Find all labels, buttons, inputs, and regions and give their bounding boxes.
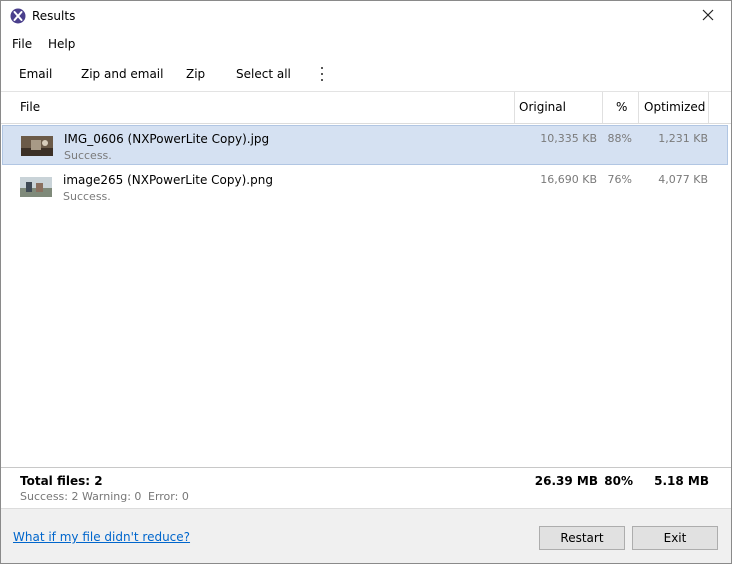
optimized-size: 4,077 KB	[658, 173, 708, 186]
nxpowerlite-logo-icon	[10, 8, 26, 24]
results-list: IMG_0606 (NXPowerLite Copy).jpg Success.…	[1, 124, 731, 467]
list-item[interactable]: IMG_0606 (NXPowerLite Copy).jpg Success.…	[2, 125, 728, 165]
column-percent[interactable]: %	[616, 92, 627, 123]
file-name: IMG_0606 (NXPowerLite Copy).jpg	[64, 132, 270, 146]
file-status: Success.	[63, 190, 111, 203]
percent-total: 80%	[604, 474, 633, 488]
file-status: Success.	[64, 149, 112, 162]
restart-button[interactable]: Restart	[539, 526, 625, 550]
window-title: Results	[32, 9, 76, 23]
file-name: image265 (NXPowerLite Copy).png	[63, 173, 273, 187]
column-header: File Original % Optimized	[1, 92, 731, 124]
image-thumbnail	[20, 177, 52, 197]
title-bar: Results	[1, 1, 731, 32]
reduction-percent: 76%	[607, 173, 632, 186]
column-original[interactable]: Original	[519, 92, 566, 123]
zip-button[interactable]: Zip	[186, 67, 205, 81]
original-size: 10,335 KB	[540, 132, 597, 145]
menu-bar: File Help	[1, 32, 731, 59]
close-icon	[702, 9, 714, 24]
close-button[interactable]	[685, 1, 731, 32]
original-total: 26.39 MB	[534, 474, 598, 488]
help-link[interactable]: What if my file didn't reduce?	[13, 530, 190, 544]
column-divider[interactable]	[708, 92, 709, 123]
exit-button[interactable]: Exit	[632, 526, 718, 550]
select-all-button[interactable]: Select all	[236, 67, 291, 81]
column-divider[interactable]	[602, 92, 603, 123]
optimized-total: 5.18 MB	[654, 474, 709, 488]
zip-and-email-button[interactable]: Zip and email	[81, 67, 163, 81]
success-count: Success: 2	[20, 490, 79, 503]
reduction-percent: 88%	[607, 132, 632, 145]
column-optimized[interactable]: Optimized	[644, 92, 705, 123]
toolbar: Email Zip and email Zip Select all	[1, 58, 731, 92]
column-divider[interactable]	[514, 92, 515, 123]
menu-file[interactable]: File	[10, 37, 34, 51]
summary-footer: Total files: 2 Success: 2 Warning: 0 Err…	[1, 467, 731, 508]
optimized-size: 1,231 KB	[658, 132, 708, 145]
bottom-bar: What if my file didn't reduce? Restart E…	[1, 508, 731, 563]
error-count: Error: 0	[148, 490, 189, 503]
column-file[interactable]: File	[20, 92, 40, 123]
more-vertical-icon[interactable]	[317, 67, 327, 81]
total-files: Total files: 2	[20, 474, 103, 488]
email-button[interactable]: Email	[19, 67, 52, 81]
results-window: Results File Help Email Zip and email Zi…	[0, 0, 732, 564]
warning-count: Warning: 0	[82, 490, 142, 503]
column-divider[interactable]	[638, 92, 639, 123]
list-item[interactable]: image265 (NXPowerLite Copy).png Success.…	[2, 167, 728, 207]
image-thumbnail	[21, 136, 53, 156]
menu-help[interactable]: Help	[46, 37, 77, 51]
original-size: 16,690 KB	[540, 173, 597, 186]
